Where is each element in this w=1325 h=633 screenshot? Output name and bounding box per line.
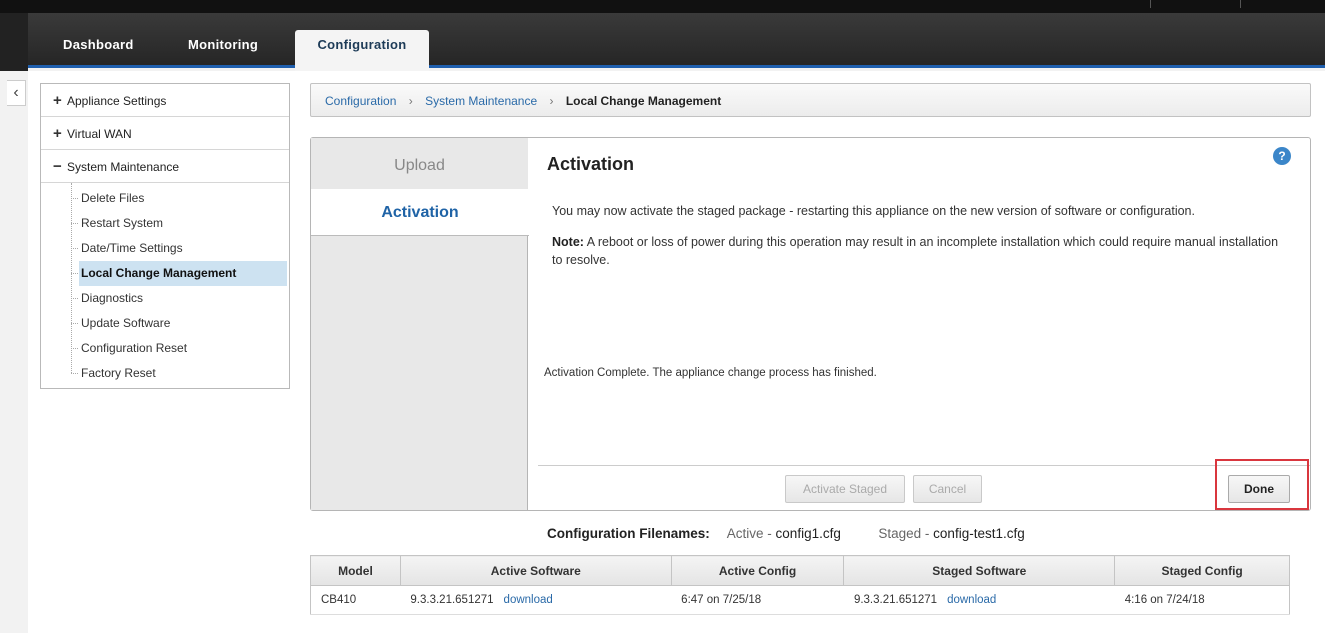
- active-config-label: Active: [726, 526, 764, 541]
- tab-configuration[interactable]: Configuration: [295, 30, 429, 71]
- staged-config-value: config-test1.cfg: [933, 526, 1025, 541]
- tab-monitoring[interactable]: Monitoring: [188, 30, 258, 68]
- step-upload[interactable]: Upload: [311, 138, 528, 190]
- sidebar-section-label: System Maintenance: [67, 160, 180, 174]
- sidebar-item-update-software[interactable]: Update Software: [41, 311, 289, 336]
- activation-status: Activation Complete. The appliance chang…: [544, 367, 877, 379]
- sidebar-item-label: Restart System: [81, 216, 164, 230]
- activation-panel: Upload Activation Activation ? You may n…: [310, 137, 1311, 511]
- separator-dash: -: [763, 526, 776, 541]
- activation-note: Note: A reboot or loss of power during t…: [552, 233, 1282, 269]
- tab-dashboard[interactable]: Dashboard: [63, 30, 134, 68]
- step-activation[interactable]: Activation: [311, 189, 529, 236]
- col-staged-config: Staged Config: [1114, 555, 1290, 586]
- sidebar-item-label: Update Software: [81, 316, 171, 330]
- top-bar-divider: [1150, 0, 1151, 8]
- sidebar-section-label: Appliance Settings: [67, 94, 167, 108]
- breadcrumb: Configuration › System Maintenance › Loc…: [310, 83, 1311, 117]
- left-strip: [0, 13, 28, 71]
- active-software-download-link[interactable]: download: [504, 594, 553, 606]
- sidebar-section-appliance-settings[interactable]: + Appliance Settings: [41, 84, 289, 117]
- chevron-right-icon: ›: [549, 94, 554, 108]
- active-config-value: config1.cfg: [775, 526, 841, 541]
- top-bar: [0, 0, 1325, 13]
- col-model: Model: [310, 555, 401, 586]
- active-software-version: 9.3.3.21.651271: [410, 594, 494, 606]
- sidebar-section-label: Virtual WAN: [67, 127, 132, 141]
- breadcrumb-current: Local Change Management: [565, 94, 722, 108]
- table-header-row: Model Active Software Active Config Stag…: [310, 555, 1290, 586]
- cell-active-software: 9.3.3.21.651271 download: [400, 585, 672, 615]
- sidebar-item-label: Delete Files: [81, 191, 145, 205]
- wizard-steps: Upload Activation: [311, 138, 529, 510]
- cell-staged-config: 4:16 on 7/24/18: [1114, 585, 1290, 615]
- cell-staged-software: 9.3.3.21.651271 download: [843, 585, 1115, 615]
- panel-title: Activation: [547, 154, 635, 174]
- done-highlight-box: Done: [1215, 459, 1309, 510]
- chevron-right-icon: ›: [408, 94, 413, 108]
- cell-active-config: 6:47 on 7/25/18: [671, 585, 844, 615]
- sidebar-item-date-time-settings[interactable]: Date/Time Settings: [41, 236, 289, 261]
- sidebar-item-restart-system[interactable]: Restart System: [41, 211, 289, 236]
- staged-config-label: Staged: [878, 526, 922, 541]
- sidebar-section-system-maintenance[interactable]: − System Maintenance: [41, 150, 289, 183]
- sidebar-item-list: Delete Files Restart System Date/Time Se…: [41, 183, 289, 386]
- note-label: Note:: [552, 235, 584, 249]
- help-icon[interactable]: ?: [1273, 147, 1291, 165]
- top-bar-divider: [1240, 0, 1241, 8]
- col-active-config: Active Config: [670, 555, 845, 586]
- sidebar-tree: + Appliance Settings + Virtual WAN − System…: [40, 83, 290, 389]
- col-active-software: Active Software: [399, 555, 672, 586]
- sidebar-item-factory-reset[interactable]: Factory Reset: [41, 361, 289, 386]
- sidebar-item-local-change-management[interactable]: Local Change Management: [41, 261, 289, 286]
- sidebar-item-label: Factory Reset: [81, 366, 156, 380]
- expand-icon: +: [53, 125, 62, 142]
- collapse-icon: −: [53, 158, 62, 175]
- done-button[interactable]: Done: [1228, 475, 1290, 503]
- sidebar-item-configuration-reset[interactable]: Configuration Reset: [41, 336, 289, 361]
- activate-staged-button[interactable]: Activate Staged: [785, 475, 905, 503]
- button-divider: [538, 465, 1310, 466]
- note-text: A reboot or loss of power during this op…: [552, 235, 1279, 267]
- sidebar-section-virtual-wan[interactable]: + Virtual WAN: [41, 117, 289, 150]
- configuration-filenames: Configuration Filenames: Active - config…: [547, 526, 1025, 541]
- sidebar-item-delete-files[interactable]: Delete Files: [41, 186, 289, 211]
- software-config-table: Model Active Software Active Config Stag…: [310, 555, 1290, 615]
- breadcrumb-link-configuration[interactable]: Configuration: [325, 94, 396, 108]
- activation-description: You may now activate the staged package …: [552, 204, 1195, 218]
- cancel-button[interactable]: Cancel: [913, 475, 982, 503]
- sidebar-item-label: Configuration Reset: [81, 341, 188, 355]
- staged-software-version: 9.3.3.21.651271: [853, 594, 938, 606]
- table-row: CB410 9.3.3.21.651271 download 6:47 on 7/…: [310, 585, 1290, 615]
- collapse-sidebar-icon[interactable]: ‹: [7, 80, 26, 106]
- breadcrumb-link-system-maintenance[interactable]: System Maintenance: [425, 94, 537, 108]
- sidebar-item-label: Diagnostics: [81, 291, 144, 305]
- config-filenames-label: Configuration Filenames:: [547, 526, 710, 541]
- cell-model: CB410: [310, 585, 401, 615]
- expand-icon: +: [53, 92, 62, 109]
- separator-dash: -: [921, 526, 934, 541]
- sidebar-item-diagnostics[interactable]: Diagnostics: [41, 286, 289, 311]
- staged-software-download-link[interactable]: download: [947, 594, 996, 606]
- sidebar-item-label: Date/Time Settings: [81, 241, 183, 255]
- sidebar-item-label: Local Change Management: [79, 261, 287, 286]
- col-staged-software: Staged Software: [843, 555, 1116, 586]
- main-nav: Dashboard Monitoring Configuration: [28, 13, 1325, 71]
